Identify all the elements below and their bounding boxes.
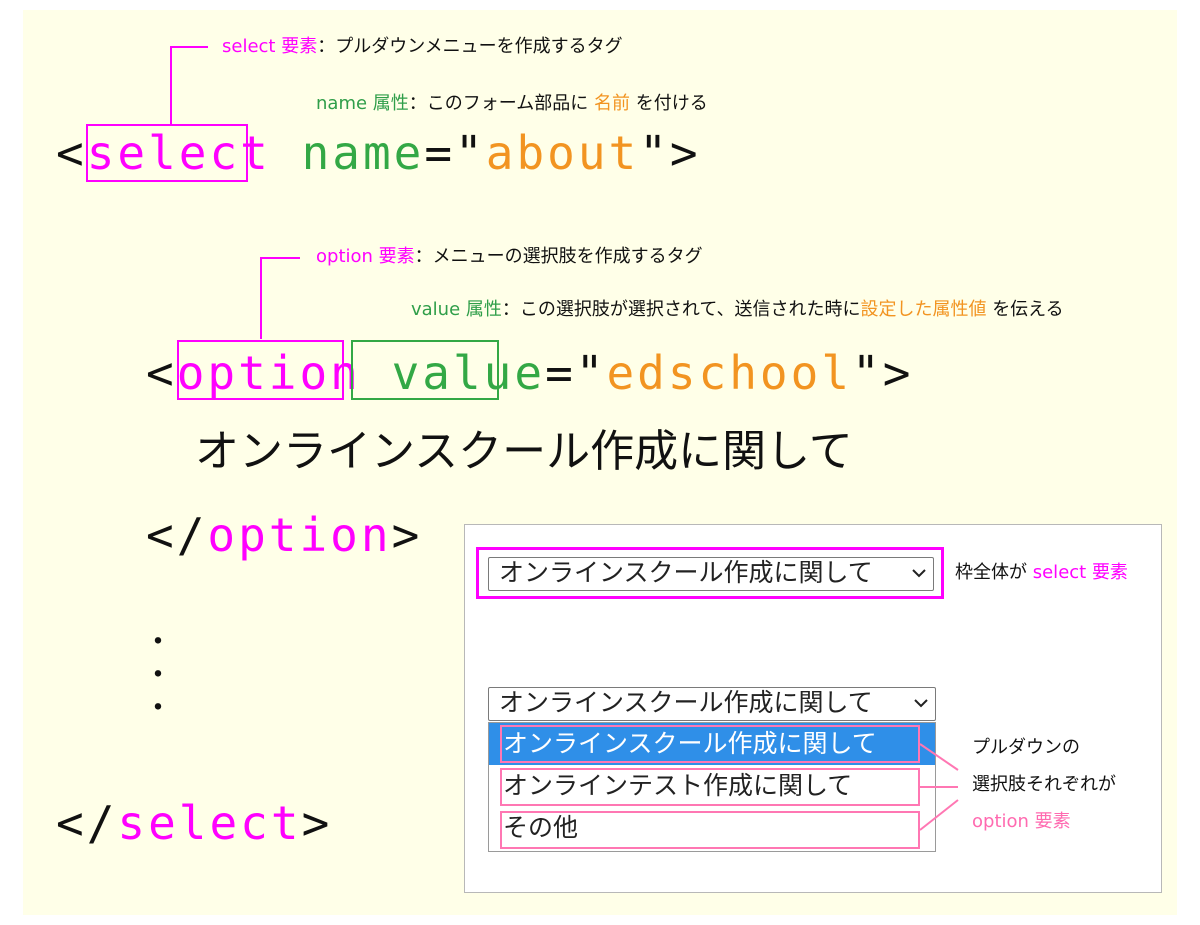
chevron-down-icon — [913, 688, 929, 726]
name-attribute-highlight: 名前 — [593, 93, 630, 114]
name-attribute-desc-after: を付ける — [635, 93, 708, 114]
code-name-value: about — [485, 126, 640, 180]
code-close: "> — [639, 126, 701, 180]
code-eq: =" — [545, 346, 607, 400]
value-attribute-annotation: value 属性：この選択肢が選択されて、送信された時に設定した属性値 を伝える — [411, 299, 1064, 321]
code-eq: =" — [424, 126, 486, 180]
value-attribute-desc-after: を伝える — [992, 299, 1064, 320]
select-tag-highlight-box — [86, 124, 248, 182]
code-name-attr: name — [301, 126, 425, 180]
ellipsis-dot: ・ — [143, 658, 173, 693]
code-gt: > — [391, 508, 423, 562]
name-attribute-annotation: name 属性：このフォーム部品に 名前 を付ける — [316, 93, 708, 115]
value-attribute-name: value 属性 — [411, 299, 502, 320]
code-lt: </ — [56, 796, 118, 850]
option-element-desc: ：メニューの選択肢を作成するタグ — [414, 246, 703, 267]
select-element-name: select 要素 — [222, 36, 318, 57]
option-annotation-connector-h — [260, 257, 300, 259]
name-attribute-desc-before: ：このフォーム部品に — [408, 93, 589, 114]
code-option-close-tag: option — [207, 508, 392, 562]
select-frame-label-elem: select 要素 — [1032, 562, 1128, 583]
code-lt: < — [56, 126, 87, 180]
code-option-text: オンラインスクール作成に関して — [195, 426, 853, 477]
value-attribute-highlight: 設定した属性値 — [860, 299, 987, 320]
select-annotation-connector-v — [170, 46, 172, 124]
select-element-desc: ：プルダウンメニューを作成するタグ — [317, 36, 623, 57]
option-highlight-box — [500, 768, 920, 806]
ellipsis-dot: ・ — [143, 691, 173, 726]
code-value-value: edschool — [606, 346, 853, 400]
option-tag-highlight-box — [177, 340, 344, 400]
value-attr-highlight-box — [351, 340, 499, 400]
option-element-annotation: option 要素：メニューの選択肢を作成するタグ — [316, 246, 703, 268]
options-label-line1: プルダウンの — [972, 737, 1080, 758]
options-label-line2: 選択肢それぞれが — [972, 774, 1116, 795]
select-frame-label: 枠全体が select 要素 — [955, 562, 1128, 584]
select-element-annotation: select 要素：プルダウンメニューを作成するタグ — [222, 36, 623, 58]
ellipsis-dot: ・ — [143, 625, 173, 660]
value-attribute-desc-before: ：この選択肢が選択されて、送信された時に — [501, 299, 861, 320]
select-frame-highlight-box — [476, 547, 944, 599]
name-attribute-name: name 属性 — [316, 93, 409, 114]
select-annotation-connector-h — [170, 46, 208, 48]
code-select-close: </select> — [56, 800, 332, 846]
options-label-line3: option 要素 — [972, 811, 1071, 832]
code-option-close: </option> — [146, 512, 422, 558]
option-highlight-box — [500, 725, 920, 763]
code-select-close-tag: select — [117, 796, 302, 850]
open-select-dropdown[interactable]: オンラインスクール作成に関して — [488, 687, 936, 721]
open-select-value: オンラインスクール作成に関して — [499, 688, 873, 717]
code-close: "> — [852, 346, 914, 400]
option-annotation-connector-v — [260, 257, 262, 339]
code-gt: > — [301, 796, 333, 850]
select-frame-label-before: 枠全体が — [955, 562, 1027, 583]
code-lt: </ — [146, 508, 208, 562]
code-lt: < — [146, 346, 177, 400]
option-highlight-box — [500, 811, 920, 849]
option-element-name: option 要素 — [316, 246, 415, 267]
